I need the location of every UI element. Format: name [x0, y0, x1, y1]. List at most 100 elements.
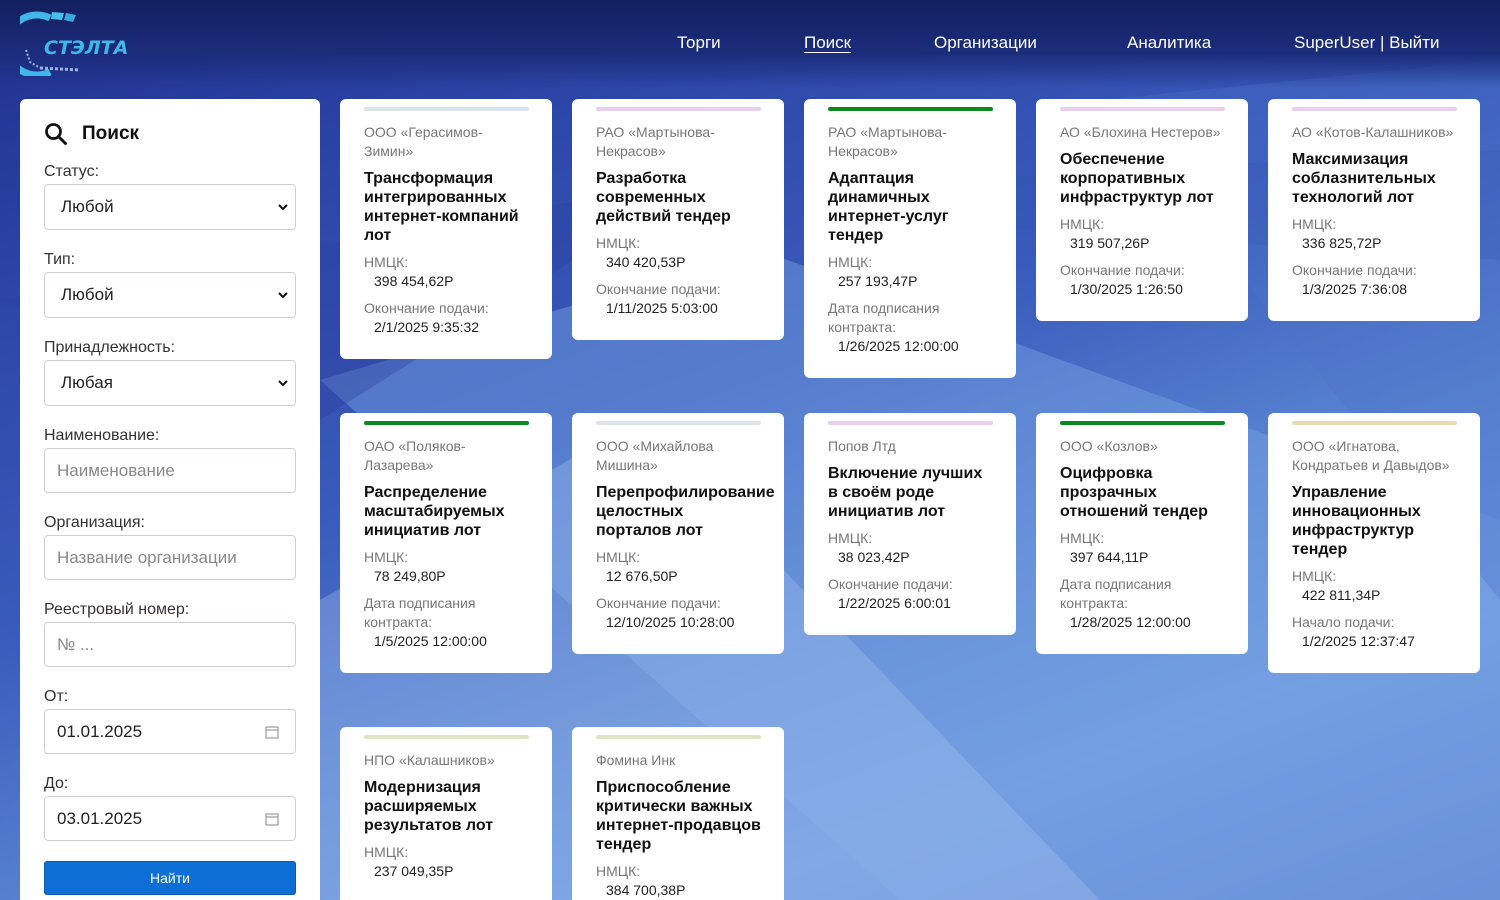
tender-card[interactable]: АО «Котов-Калашников» Максимизация собла… — [1268, 99, 1480, 321]
status-select[interactable]: Любой — [44, 184, 296, 230]
card-price: 340 420,53Р — [606, 254, 686, 270]
card-date: 1/11/2025 5:03:00 — [606, 300, 718, 316]
top-header: СТЭЛТА Торги Поиск Организации Аналитика… — [0, 0, 1500, 88]
card-price-label: НМЦК: — [596, 863, 641, 879]
affiliation-value: Любая — [61, 373, 113, 392]
card-date-label: Дата подписания контракта: — [364, 595, 476, 630]
card-price: 38 023,42Р — [838, 549, 910, 565]
card-date-label: Окончание подачи: — [1060, 262, 1185, 278]
card-price-label: НМЦК: — [364, 844, 409, 860]
card-organization: ООО «Михайлова Мишина» — [596, 438, 714, 473]
card-title: Оцифровка прозрачных отношений тендер — [1060, 465, 1208, 520]
card-price-label: НМЦК: — [596, 235, 641, 251]
tender-card[interactable]: НПО «Калашников» Модернизация расширяемы… — [340, 727, 552, 900]
tender-card[interactable]: РАО «Мартынова-Некрасов» Адаптация динам… — [804, 99, 1016, 378]
tender-card[interactable]: АО «Блохина Нестеров» Обеспечение корпор… — [1036, 99, 1248, 321]
card-price-label: НМЦК: — [828, 530, 873, 546]
date-from-input[interactable]: 01.01.2025 — [44, 709, 296, 754]
card-date-label: Окончание подачи: — [596, 281, 721, 297]
status-bar — [828, 107, 993, 111]
nav-analytics[interactable]: Аналитика — [1127, 33, 1211, 53]
nav-organizations[interactable]: Организации — [934, 33, 1037, 53]
status-bar — [828, 421, 993, 425]
date-to-input[interactable]: 03.01.2025 — [44, 796, 296, 841]
type-value: Любой — [61, 285, 114, 304]
status-label: Статус: — [44, 163, 100, 180]
card-organization: ОАО «Поляков-Лазарева» — [364, 438, 466, 473]
date-from-value: 01.01.2025 — [57, 721, 143, 741]
card-date: 1/26/2025 12:00:00 — [838, 338, 959, 354]
card-organization: ООО «Козлов» — [1060, 438, 1158, 454]
card-price: 319 507,26Р — [1070, 235, 1150, 251]
card-price-label: НМЦК: — [364, 549, 409, 565]
card-price: 78 249,80Р — [374, 568, 446, 584]
status-bar — [596, 421, 761, 425]
card-organization: РАО «Мартынова-Некрасов» — [596, 124, 715, 159]
calendar-icon[interactable] — [265, 725, 279, 739]
status-bar — [1060, 107, 1225, 111]
status-bar — [364, 107, 529, 111]
card-title: Адаптация динамичных интернет-услуг тенд… — [828, 170, 949, 244]
registry-number-input[interactable]: № ... — [44, 622, 296, 667]
search-panel-header: Поиск — [44, 121, 296, 147]
organization-input[interactable]: Название организации — [44, 535, 296, 580]
status-bar — [364, 735, 529, 739]
name-input[interactable]: Наименование — [44, 448, 296, 493]
nav-user-logout[interactable]: SuperUser | Выйти — [1294, 33, 1439, 53]
card-organization: ООО «Игнатова, Кондратьев и Давыдов» — [1292, 438, 1450, 473]
nav-torgi[interactable]: Торги — [677, 33, 721, 53]
tender-card[interactable]: РАО «Мартынова-Некрасов» Разработка совр… — [572, 99, 784, 340]
date-to-label: До: — [44, 775, 69, 792]
card-title: Разработка современных действий тендер — [596, 170, 731, 225]
card-price-label: НМЦК: — [1292, 216, 1337, 232]
organization-label: Организация: — [44, 514, 145, 531]
tender-card[interactable]: ООО «Михайлова Мишина» Перепрофилировани… — [572, 413, 784, 654]
card-title: Приспособление критически важных интерне… — [596, 779, 761, 853]
card-price-label: НМЦК: — [1060, 530, 1105, 546]
card-title: Перепрофилирование целостных порталов ло… — [596, 484, 775, 539]
affiliation-select[interactable]: Любая — [44, 360, 296, 406]
card-price: 384 700,38Р — [606, 882, 686, 898]
status-bar — [1060, 421, 1225, 425]
card-title: Обеспечение корпоративных инфраструктур … — [1060, 151, 1214, 206]
name-label: Наименование: — [44, 427, 160, 444]
card-price: 336 825,72Р — [1302, 235, 1382, 251]
card-title: Включение лучших в своём роде инициатив … — [828, 465, 983, 520]
card-date: 2/1/2025 9:35:32 — [374, 319, 480, 335]
chevron-down-icon — [278, 204, 288, 211]
card-date-label: Окончание подачи: — [596, 595, 721, 611]
find-button[interactable]: Найти — [44, 861, 296, 895]
card-date: 1/28/2025 12:00:00 — [1070, 614, 1191, 630]
card-date: 12/10/2025 10:28:00 — [606, 614, 735, 630]
card-title: Максимизация соблазнительных технологий … — [1292, 151, 1436, 206]
card-title: Трансформация интегрированных интернет-к… — [364, 170, 519, 244]
status-bar — [1292, 421, 1457, 425]
card-price: 397 644,11Р — [1070, 549, 1149, 565]
chevron-down-icon — [278, 292, 288, 299]
tender-card[interactable]: ООО «Герасимов-Зимин» Трансформация инте… — [340, 99, 552, 359]
card-date: 1/30/2025 1:26:50 — [1070, 281, 1183, 297]
tender-card[interactable]: ООО «Козлов» Оцифровка прозрачных отноше… — [1036, 413, 1248, 654]
card-date: 1/2/2025 12:37:47 — [1302, 633, 1415, 649]
card-title: Распределение масштабируемых инициатив л… — [364, 484, 505, 539]
card-date: 1/22/2025 6:00:01 — [838, 595, 951, 611]
registry-number-label: Реестровый номер: — [44, 601, 190, 618]
tender-card[interactable]: Попов Лтд Включение лучших в своём роде … — [804, 413, 1016, 635]
calendar-icon[interactable] — [265, 812, 279, 826]
tender-card[interactable]: ООО «Игнатова, Кондратьев и Давыдов» Упр… — [1268, 413, 1480, 673]
date-to-value: 03.01.2025 — [57, 808, 143, 828]
type-select[interactable]: Любой — [44, 272, 296, 318]
search-panel-title: Поиск — [82, 123, 140, 144]
nav-search[interactable]: Поиск — [804, 33, 851, 53]
card-price-label: НМЦК: — [828, 254, 873, 270]
card-date-label: Окончание подачи: — [828, 576, 953, 592]
card-price: 12 676,50Р — [606, 568, 678, 584]
tender-card[interactable]: ОАО «Поляков-Лазарева» Распределение мас… — [340, 413, 552, 673]
tender-card[interactable]: Фомина Инк Приспособление критически важ… — [572, 727, 784, 900]
status-bar — [596, 107, 761, 111]
card-title: Управление инновационных инфраструктур т… — [1292, 484, 1421, 558]
card-price: 237 049,35Р — [374, 863, 454, 879]
card-date-label: Дата подписания контракта: — [828, 300, 940, 335]
status-bar — [1292, 107, 1457, 111]
card-price-label: НМЦК: — [1292, 568, 1337, 584]
